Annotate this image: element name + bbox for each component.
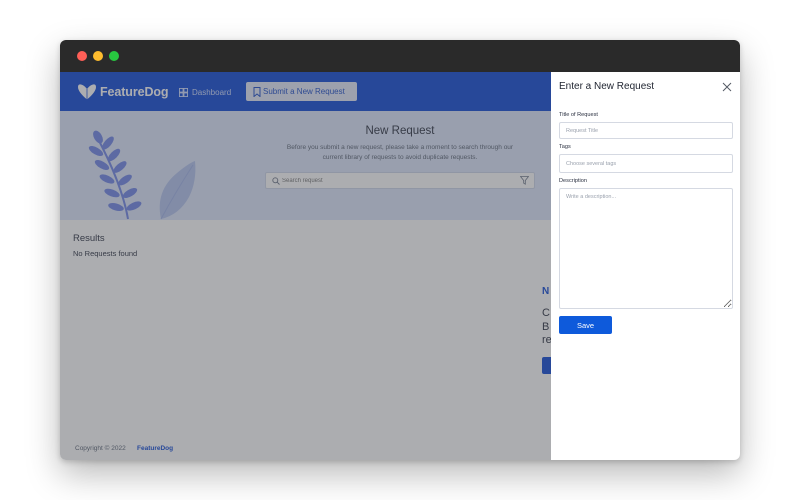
drawer-title: Enter a New Request	[559, 81, 655, 92]
close-window-button[interactable]	[77, 51, 87, 61]
minimize-window-button[interactable]	[93, 51, 103, 61]
tags-field-label: Tags	[559, 144, 571, 150]
tags-select-input[interactable]	[559, 154, 733, 173]
request-title-input[interactable]	[559, 122, 733, 139]
description-field-label: Description	[559, 178, 587, 184]
window-titlebar	[60, 40, 740, 72]
maximize-window-button[interactable]	[109, 51, 119, 61]
close-icon[interactable]	[722, 82, 732, 92]
description-textarea[interactable]	[559, 188, 733, 309]
browser-window: FeatureDog Dashboard Submit a New Reques…	[60, 40, 740, 460]
save-button[interactable]: Save	[559, 316, 612, 334]
app-content: FeatureDog Dashboard Submit a New Reques…	[60, 72, 740, 460]
title-field-label: Title of Request	[559, 112, 598, 118]
new-request-drawer: Enter a New Request Title of Request Tag…	[551, 72, 740, 460]
